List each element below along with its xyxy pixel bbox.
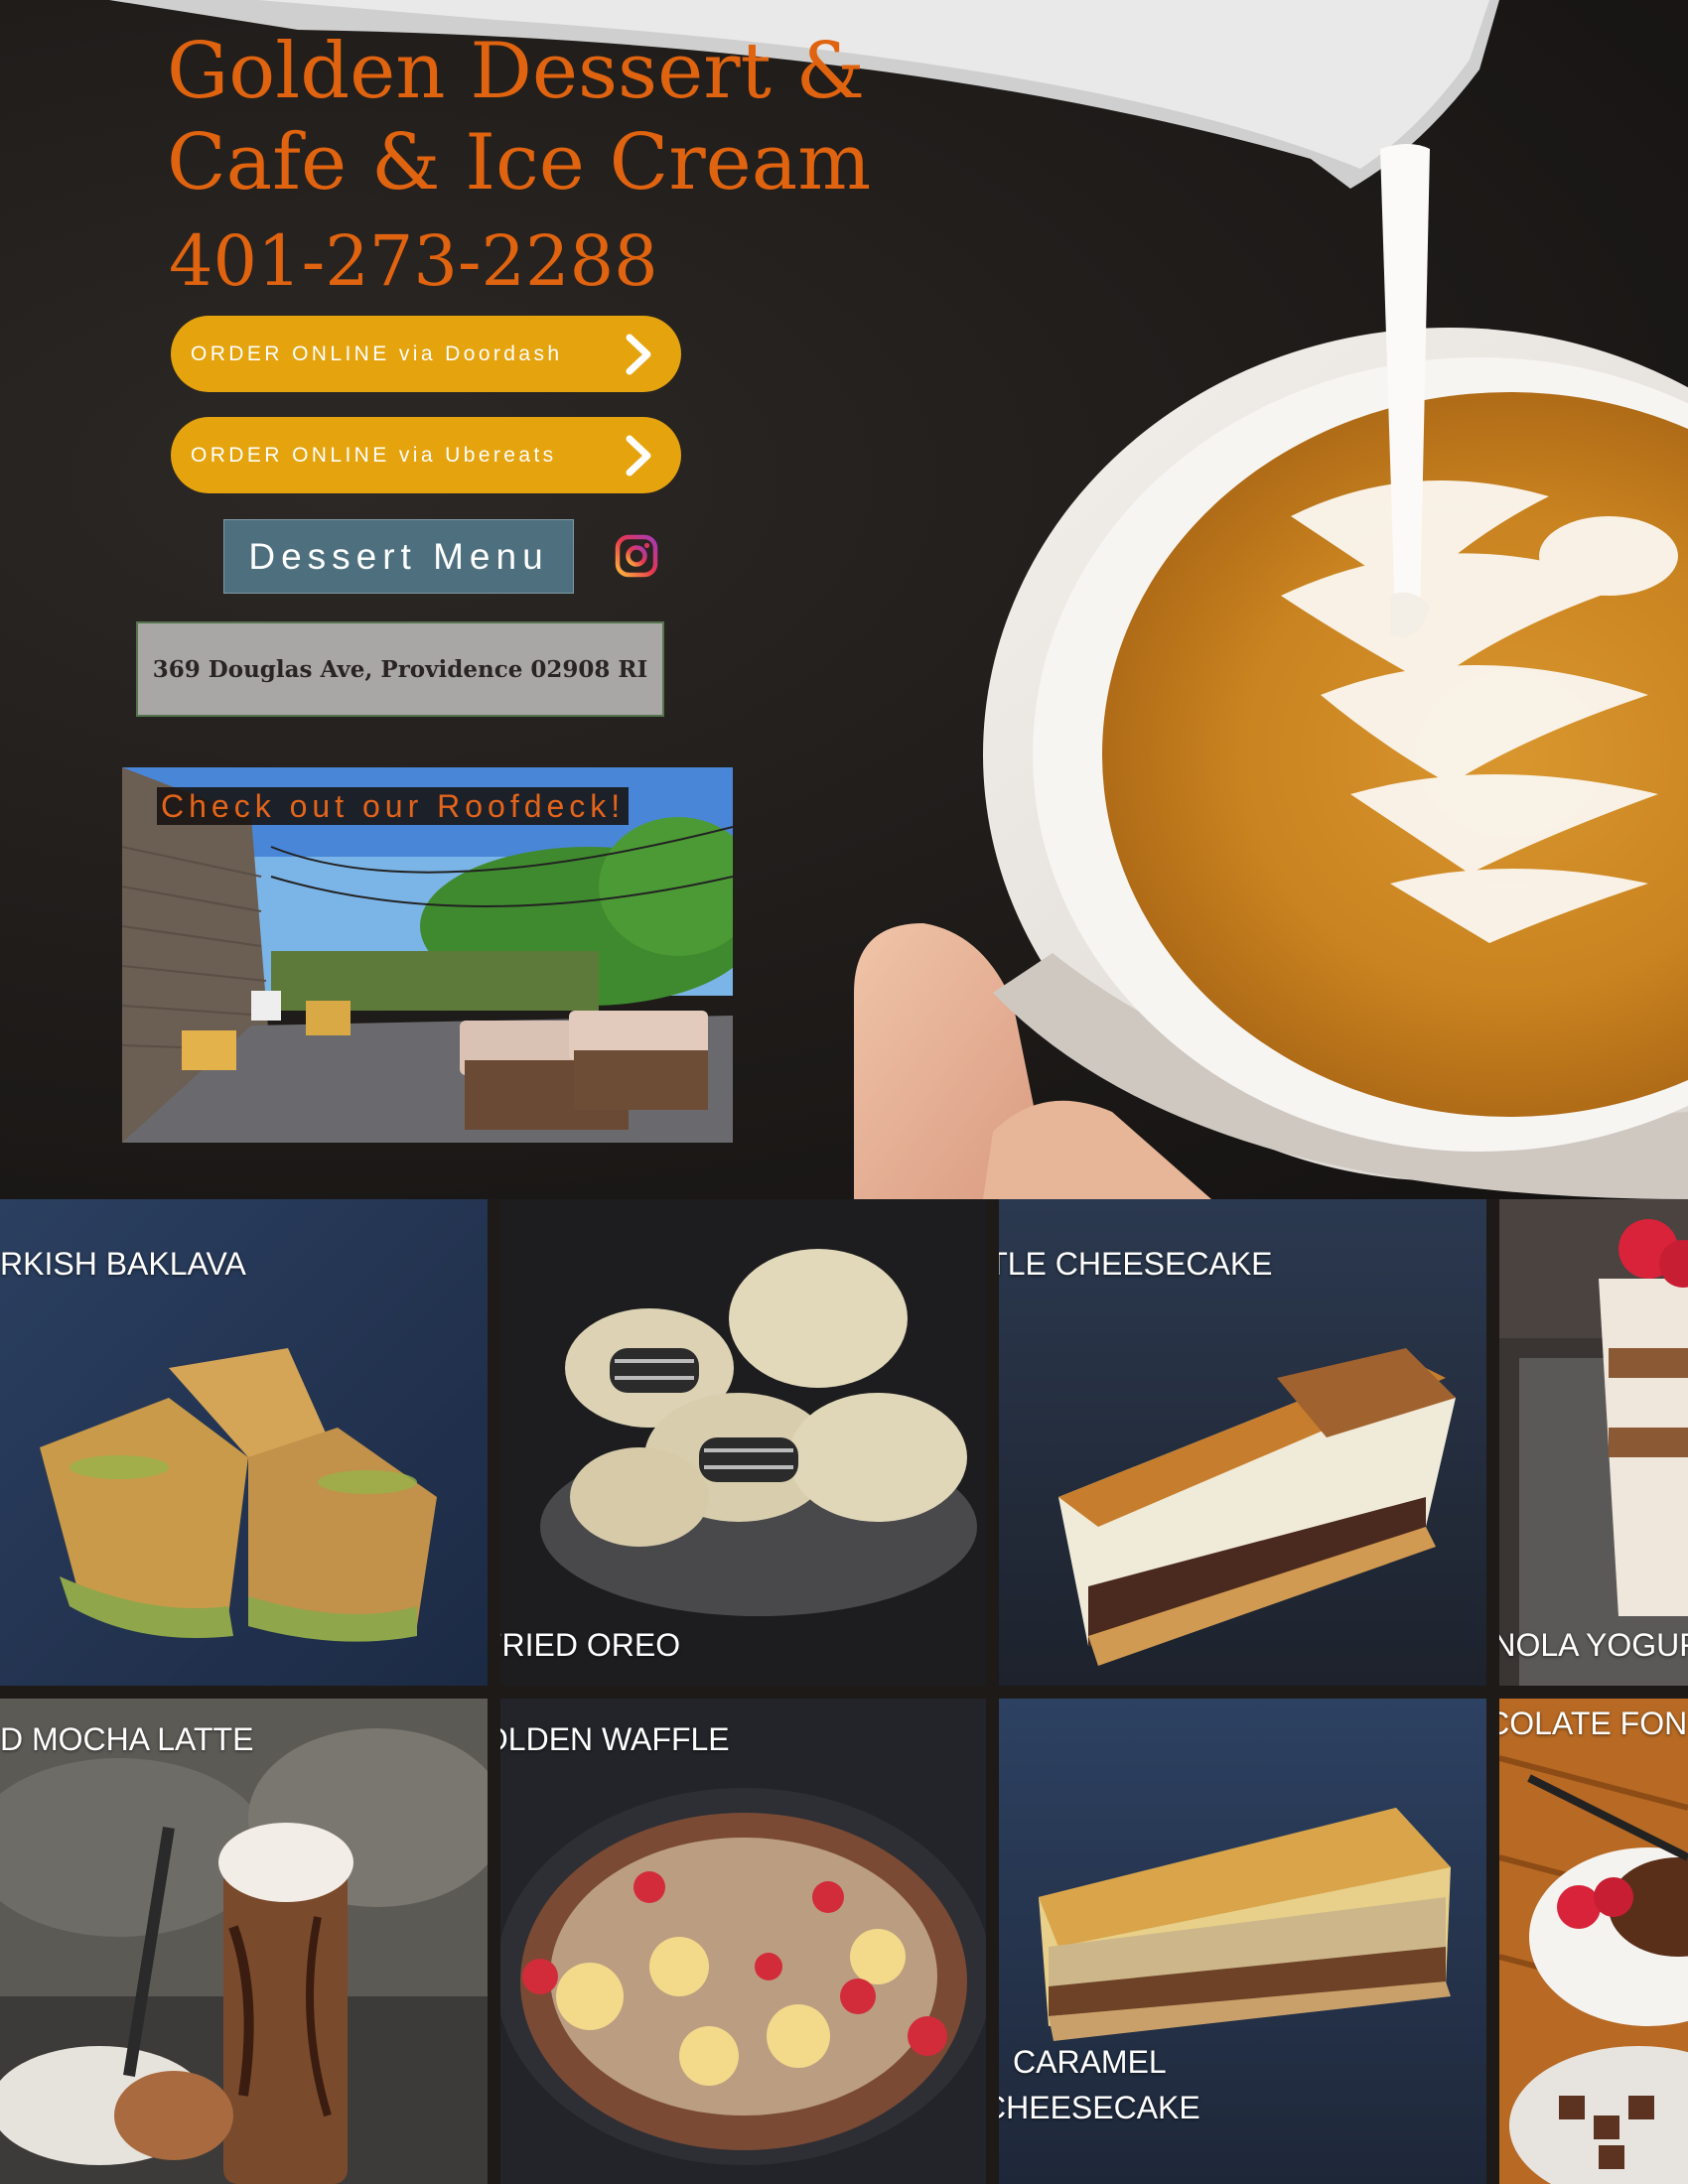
caption-caramel: CARAMEL — [1013, 2044, 1167, 2080]
instagram-icon[interactable] — [614, 533, 659, 579]
tile-granola-yogurt[interactable]: GRANOLA YOGUR — [1499, 1199, 1688, 1686]
caption-granola-yogurt: GRANOLA YOGUR — [1499, 1627, 1688, 1663]
caption-chocolate-fondue: CHOCOLATE FON — [1499, 1706, 1688, 1741]
tile-fried-oreo[interactable]: FRIED OREO — [500, 1199, 986, 1686]
tile-turkish-baklava[interactable]: RKISH BAKLAVA — [0, 1199, 488, 1686]
tile-chocolate-fondue[interactable]: CHOCOLATE FON — [1499, 1699, 1688, 2184]
fried-oreo-photo — [500, 1199, 986, 1686]
golden-waffle-photo — [500, 1699, 986, 2184]
caption-mocha-latte: D MOCHA LATTE — [0, 1721, 254, 1757]
order-ubereats-label: ORDER ONLINE via Ubereats — [191, 443, 557, 467]
roofdeck-image[interactable]: Check out our Roofdeck! — [122, 767, 733, 1143]
order-doordash-label: ORDER ONLINE via Doordash — [191, 341, 563, 365]
chevron-right-icon — [626, 435, 651, 477]
roofdeck-label: Check out our Roofdeck! — [157, 787, 630, 825]
caption-golden-waffle: GOLDEN WAFFLE — [500, 1721, 730, 1757]
phone-number[interactable]: 401-273-2288 — [169, 220, 658, 302]
cafe-title: Golden Dessert & Cafe & Ice Cream — [167, 26, 871, 208]
chevron-right-icon — [626, 334, 651, 375]
caption-fried-oreo: FRIED OREO — [500, 1627, 681, 1663]
address-box: 369 Douglas Ave, Providence 02908 RI — [136, 621, 664, 717]
caption-cheesecake: CHEESECAKE — [999, 2090, 1200, 2125]
caption-turtle-cheesecake: TURTLE CHEESECAKE — [999, 1246, 1273, 1282]
granola-yogurt-photo — [1499, 1199, 1688, 1686]
tile-golden-waffle[interactable]: GOLDEN WAFFLE — [500, 1699, 986, 2184]
title-line-2: Cafe & Ice Cream — [167, 118, 872, 207]
caption-turkish-baklava: RKISH BAKLAVA — [0, 1246, 246, 1282]
order-doordash-button[interactable]: ORDER ONLINE via Doordash — [171, 316, 681, 392]
dessert-menu-button[interactable]: Dessert Menu — [223, 519, 574, 594]
hero-section: Golden Dessert & Cafe & Ice Cream 401-27… — [0, 0, 1688, 1199]
tile-mocha-latte[interactable]: D MOCHA LATTE — [0, 1699, 488, 2184]
mocha-latte-photo — [0, 1699, 488, 2184]
tile-caramel-cheesecake[interactable]: CARAMEL CHEESECAKE — [999, 1699, 1486, 2184]
title-line-1: Golden Dessert & — [167, 27, 866, 116]
tile-turtle-cheesecake[interactable]: TURTLE CHEESECAKE — [999, 1199, 1486, 1686]
chocolate-fondue-photo — [1499, 1699, 1688, 2184]
order-ubereats-button[interactable]: ORDER ONLINE via Ubereats — [171, 417, 681, 493]
